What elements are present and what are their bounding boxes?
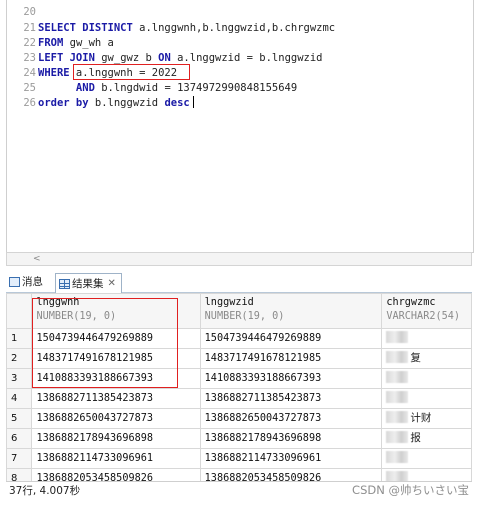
cell-lnggwzid[interactable]: 1410883393188667393: [199, 368, 383, 389]
line-number: 20: [23, 6, 36, 18]
code-line[interactable]: 21 SELECT DISTINCT a.lnggwnh,b.lnggwzid,b…: [7, 21, 335, 36]
row-number[interactable]: 4: [6, 388, 33, 409]
row-number[interactable]: 5: [6, 408, 33, 429]
sql-text: gw_gwz b: [94, 52, 159, 64]
column-highlight-box: [32, 298, 178, 388]
cell-lnggwzid[interactable]: 1386882711385423873: [199, 388, 383, 409]
blurred-text: [386, 451, 409, 463]
close-icon[interactable]: ✕: [108, 275, 116, 293]
blurred-text: [386, 411, 409, 423]
blurred-text: [386, 431, 409, 443]
cell-chrgwzmc[interactable]: [381, 448, 472, 469]
sql-text: gw_wh a: [63, 37, 114, 49]
blurred-text: [386, 471, 409, 481]
line-number: 21: [23, 22, 36, 34]
cell-lnggwzid[interactable]: 1386882178943696898: [199, 428, 383, 449]
line-number: 24: [23, 67, 36, 79]
tab-results[interactable]: 结果集 ✕: [55, 273, 122, 293]
column-type: NUMBER(19, 0): [204, 311, 285, 322]
cell-lnggwzid[interactable]: 1386882650043727873: [199, 408, 383, 429]
table-row[interactable]: 8 1386882053458509826 1386882053458509826: [6, 468, 472, 481]
line-number: 22: [23, 37, 36, 49]
scroll-left-icon[interactable]: <: [33, 253, 41, 265]
cell-chrgwzmc[interactable]: 报: [381, 428, 472, 449]
cell-chrgwzmc[interactable]: [381, 468, 472, 481]
cell-chrgwzmc[interactable]: [381, 368, 472, 389]
cell-lnggwzid[interactable]: 1504739446479269889: [199, 328, 383, 349]
tab-results-label: 结果集: [72, 277, 104, 290]
sql-editor[interactable]: 20 21 SELECT DISTINCT a.lnggwnh,b.lnggwzid…: [6, 0, 474, 253]
cell-lnggwnh[interactable]: 1386882114733096961: [31, 448, 201, 469]
row-number[interactable]: 8: [6, 468, 33, 481]
row-number[interactable]: 1: [6, 328, 33, 349]
tab-messages-label: 消息: [22, 276, 43, 288]
cell-chrgwzmc[interactable]: [381, 328, 472, 349]
cell-text: 复: [410, 352, 421, 364]
message-icon: [9, 277, 20, 287]
sql-keyword: SELECT DISTINCT: [38, 22, 133, 34]
sql-text: b.lnggwzid: [88, 97, 165, 109]
cell-chrgwzmc[interactable]: 计财: [381, 408, 472, 429]
line-number: 23: [23, 52, 36, 64]
cell-lnggwnh[interactable]: 1386882650043727873: [31, 408, 201, 429]
cell-lnggwnh[interactable]: 1386882053458509826: [31, 468, 201, 481]
blurred-text: [386, 391, 409, 403]
row-number[interactable]: 6: [6, 428, 33, 449]
cell-text: 计财: [410, 412, 432, 424]
column-type: VARCHAR2(54): [386, 311, 460, 322]
row-number[interactable]: 7: [6, 448, 33, 469]
row-number[interactable]: 2: [6, 348, 33, 369]
table-row[interactable]: 6 1386882178943696898 1386882178943696898 报: [6, 428, 472, 449]
line-number: 25: [23, 82, 36, 94]
code-line[interactable]: 25 AND b.lngdwid = 1374972990848155649: [7, 81, 297, 96]
cell-lnggwnh[interactable]: 1386882711385423873: [31, 388, 201, 409]
result-tabs: 消息 结果集 ✕: [6, 273, 472, 293]
cell-lnggwnh[interactable]: 1386882178943696898: [31, 428, 201, 449]
row-number-header: [6, 293, 33, 329]
line-number: 26: [23, 97, 36, 109]
blurred-text: [386, 371, 409, 383]
column-name: chrgwzmc: [386, 297, 436, 308]
grid-icon: [59, 278, 70, 289]
cell-chrgwzmc[interactable]: [381, 388, 472, 409]
cell-chrgwzmc[interactable]: 复: [381, 348, 472, 369]
cell-lnggwzid[interactable]: 1386882114733096961: [199, 448, 383, 469]
cell-lnggwzid[interactable]: 1483717491678121985: [199, 348, 383, 369]
where-highlight-box: [73, 64, 190, 80]
blurred-text: [386, 331, 409, 343]
tab-messages[interactable]: 消息: [9, 273, 43, 291]
sql-keyword: WHERE: [38, 67, 70, 79]
sql-keyword: FROM: [38, 37, 64, 49]
sql-text: a.lnggwzid = b.lnggwzid: [170, 52, 323, 64]
sql-keyword: order by: [38, 97, 89, 109]
sql-keyword: AND: [38, 82, 95, 94]
text-caret: [192, 96, 194, 108]
code-line[interactable]: 20: [7, 5, 38, 20]
column-header-chrgwzmc[interactable]: chrgwzmc VARCHAR2(54): [381, 293, 472, 329]
table-row[interactable]: 5 1386882650043727873 1386882650043727873 计…: [6, 408, 472, 429]
cell-lnggwzid[interactable]: 1386882053458509826: [199, 468, 383, 481]
sql-keyword: LEFT JOIN: [38, 52, 95, 64]
row-number[interactable]: 3: [6, 368, 33, 389]
sql-text: a.lnggwnh,b.lnggwzid,b.chrgwzmc: [132, 22, 336, 34]
editor-horizontal-scrollbar[interactable]: <: [6, 252, 472, 266]
status-text: 37行, 4.007秒: [9, 485, 81, 497]
code-line[interactable]: 22 FROM gw_wh a: [7, 36, 114, 51]
table-row[interactable]: 4 1386882711385423873 1386882711385423873: [6, 388, 472, 409]
sql-keyword: ON: [158, 52, 171, 64]
cell-text: 报: [410, 432, 421, 444]
blurred-text: [386, 351, 409, 363]
watermark: CSDN @帅ちいさい宝: [352, 483, 469, 497]
code-line[interactable]: 26 order by b.lnggwzid desc: [7, 96, 194, 111]
column-name: lnggwzid: [204, 297, 254, 308]
sql-text: b.lngdwid = 1374972990848155649: [94, 82, 298, 94]
table-row[interactable]: 7 1386882114733096961 1386882114733096961: [6, 448, 472, 469]
column-header-lnggwzid[interactable]: lnggwzid NUMBER(19, 0): [199, 293, 383, 329]
sql-keyword: desc: [164, 97, 190, 109]
